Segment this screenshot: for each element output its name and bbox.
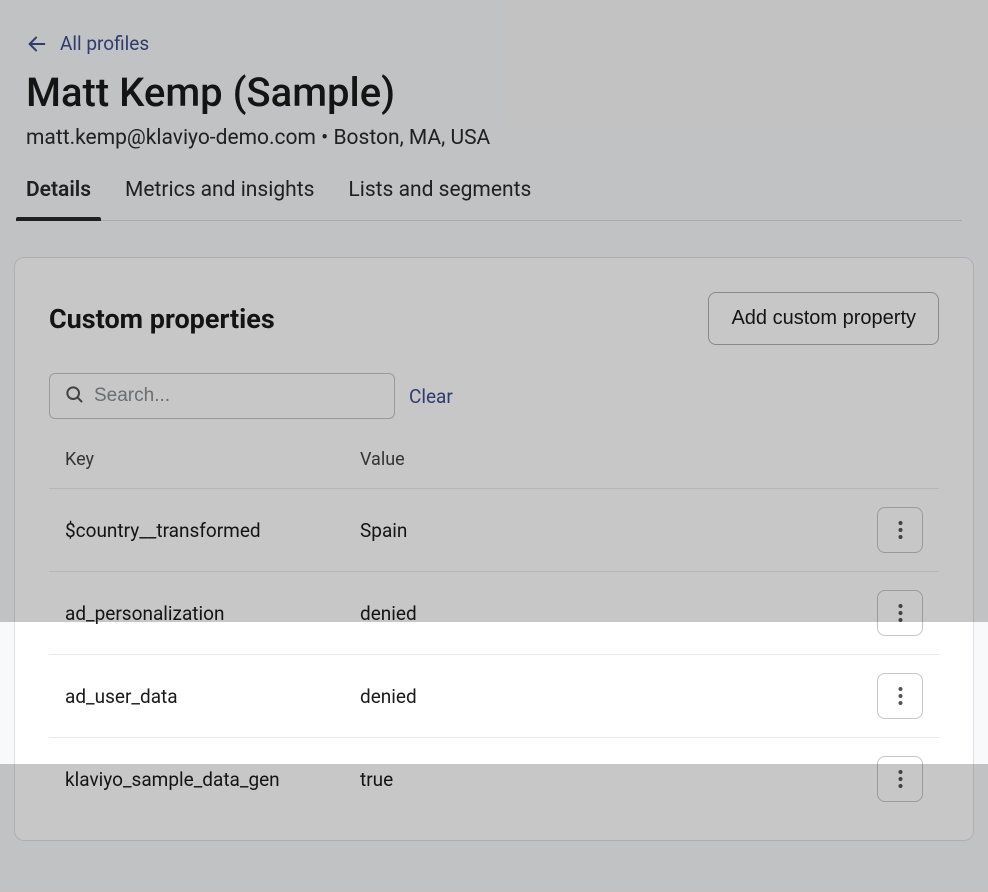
row-actions-button[interactable] bbox=[877, 673, 923, 719]
tabs: Details Metrics and insights Lists and s… bbox=[26, 178, 962, 221]
property-key: klaviyo_sample_data_gen bbox=[65, 768, 360, 791]
table-header-value: Value bbox=[360, 449, 863, 470]
property-value: Spain bbox=[360, 519, 863, 542]
tab-metrics[interactable]: Metrics and insights bbox=[125, 178, 314, 220]
add-custom-property-button[interactable]: Add custom property bbox=[708, 292, 939, 345]
profile-name: Matt Kemp (Sample) bbox=[26, 69, 962, 116]
clear-link[interactable]: Clear bbox=[409, 385, 453, 408]
table-header: Key Value bbox=[49, 449, 939, 489]
back-link[interactable]: All profiles bbox=[26, 32, 149, 55]
table-row: ad_personalization denied bbox=[49, 572, 939, 655]
table-row: klaviyo_sample_data_gen true bbox=[49, 738, 939, 820]
search-icon bbox=[64, 384, 84, 408]
more-vertical-icon bbox=[898, 520, 903, 540]
more-vertical-icon bbox=[898, 603, 903, 623]
property-key: ad_personalization bbox=[65, 602, 360, 625]
property-value: denied bbox=[360, 602, 863, 625]
profile-email: matt.kemp@klaviyo-demo.com bbox=[26, 126, 316, 150]
table-header-key: Key bbox=[65, 449, 360, 470]
search-box[interactable] bbox=[49, 373, 395, 419]
tab-details[interactable]: Details bbox=[26, 178, 91, 220]
table-row: $country__transformed Spain bbox=[49, 489, 939, 572]
arrow-left-icon bbox=[26, 33, 48, 55]
table-row: ad_user_data denied bbox=[49, 655, 939, 738]
property-value: true bbox=[360, 768, 863, 791]
properties-table: Key Value $country__transformed Spain ad… bbox=[49, 449, 939, 820]
search-input[interactable] bbox=[94, 385, 380, 407]
back-link-label: All profiles bbox=[60, 32, 149, 55]
property-key: ad_user_data bbox=[65, 685, 360, 708]
tab-lists[interactable]: Lists and segments bbox=[348, 178, 531, 220]
more-vertical-icon bbox=[898, 686, 903, 706]
card-title: Custom properties bbox=[49, 303, 275, 335]
custom-properties-card: Custom properties Add custom property Cl… bbox=[14, 257, 974, 841]
property-value: denied bbox=[360, 685, 863, 708]
profile-location: Boston, MA, USA bbox=[333, 126, 490, 150]
profile-meta: matt.kemp@klaviyo-demo.com • Boston, MA,… bbox=[26, 126, 962, 150]
property-key: $country__transformed bbox=[65, 519, 360, 542]
row-actions-button[interactable] bbox=[877, 590, 923, 636]
more-vertical-icon bbox=[898, 769, 903, 789]
row-actions-button[interactable] bbox=[877, 756, 923, 802]
row-actions-button[interactable] bbox=[877, 507, 923, 553]
meta-separator: • bbox=[316, 126, 334, 150]
